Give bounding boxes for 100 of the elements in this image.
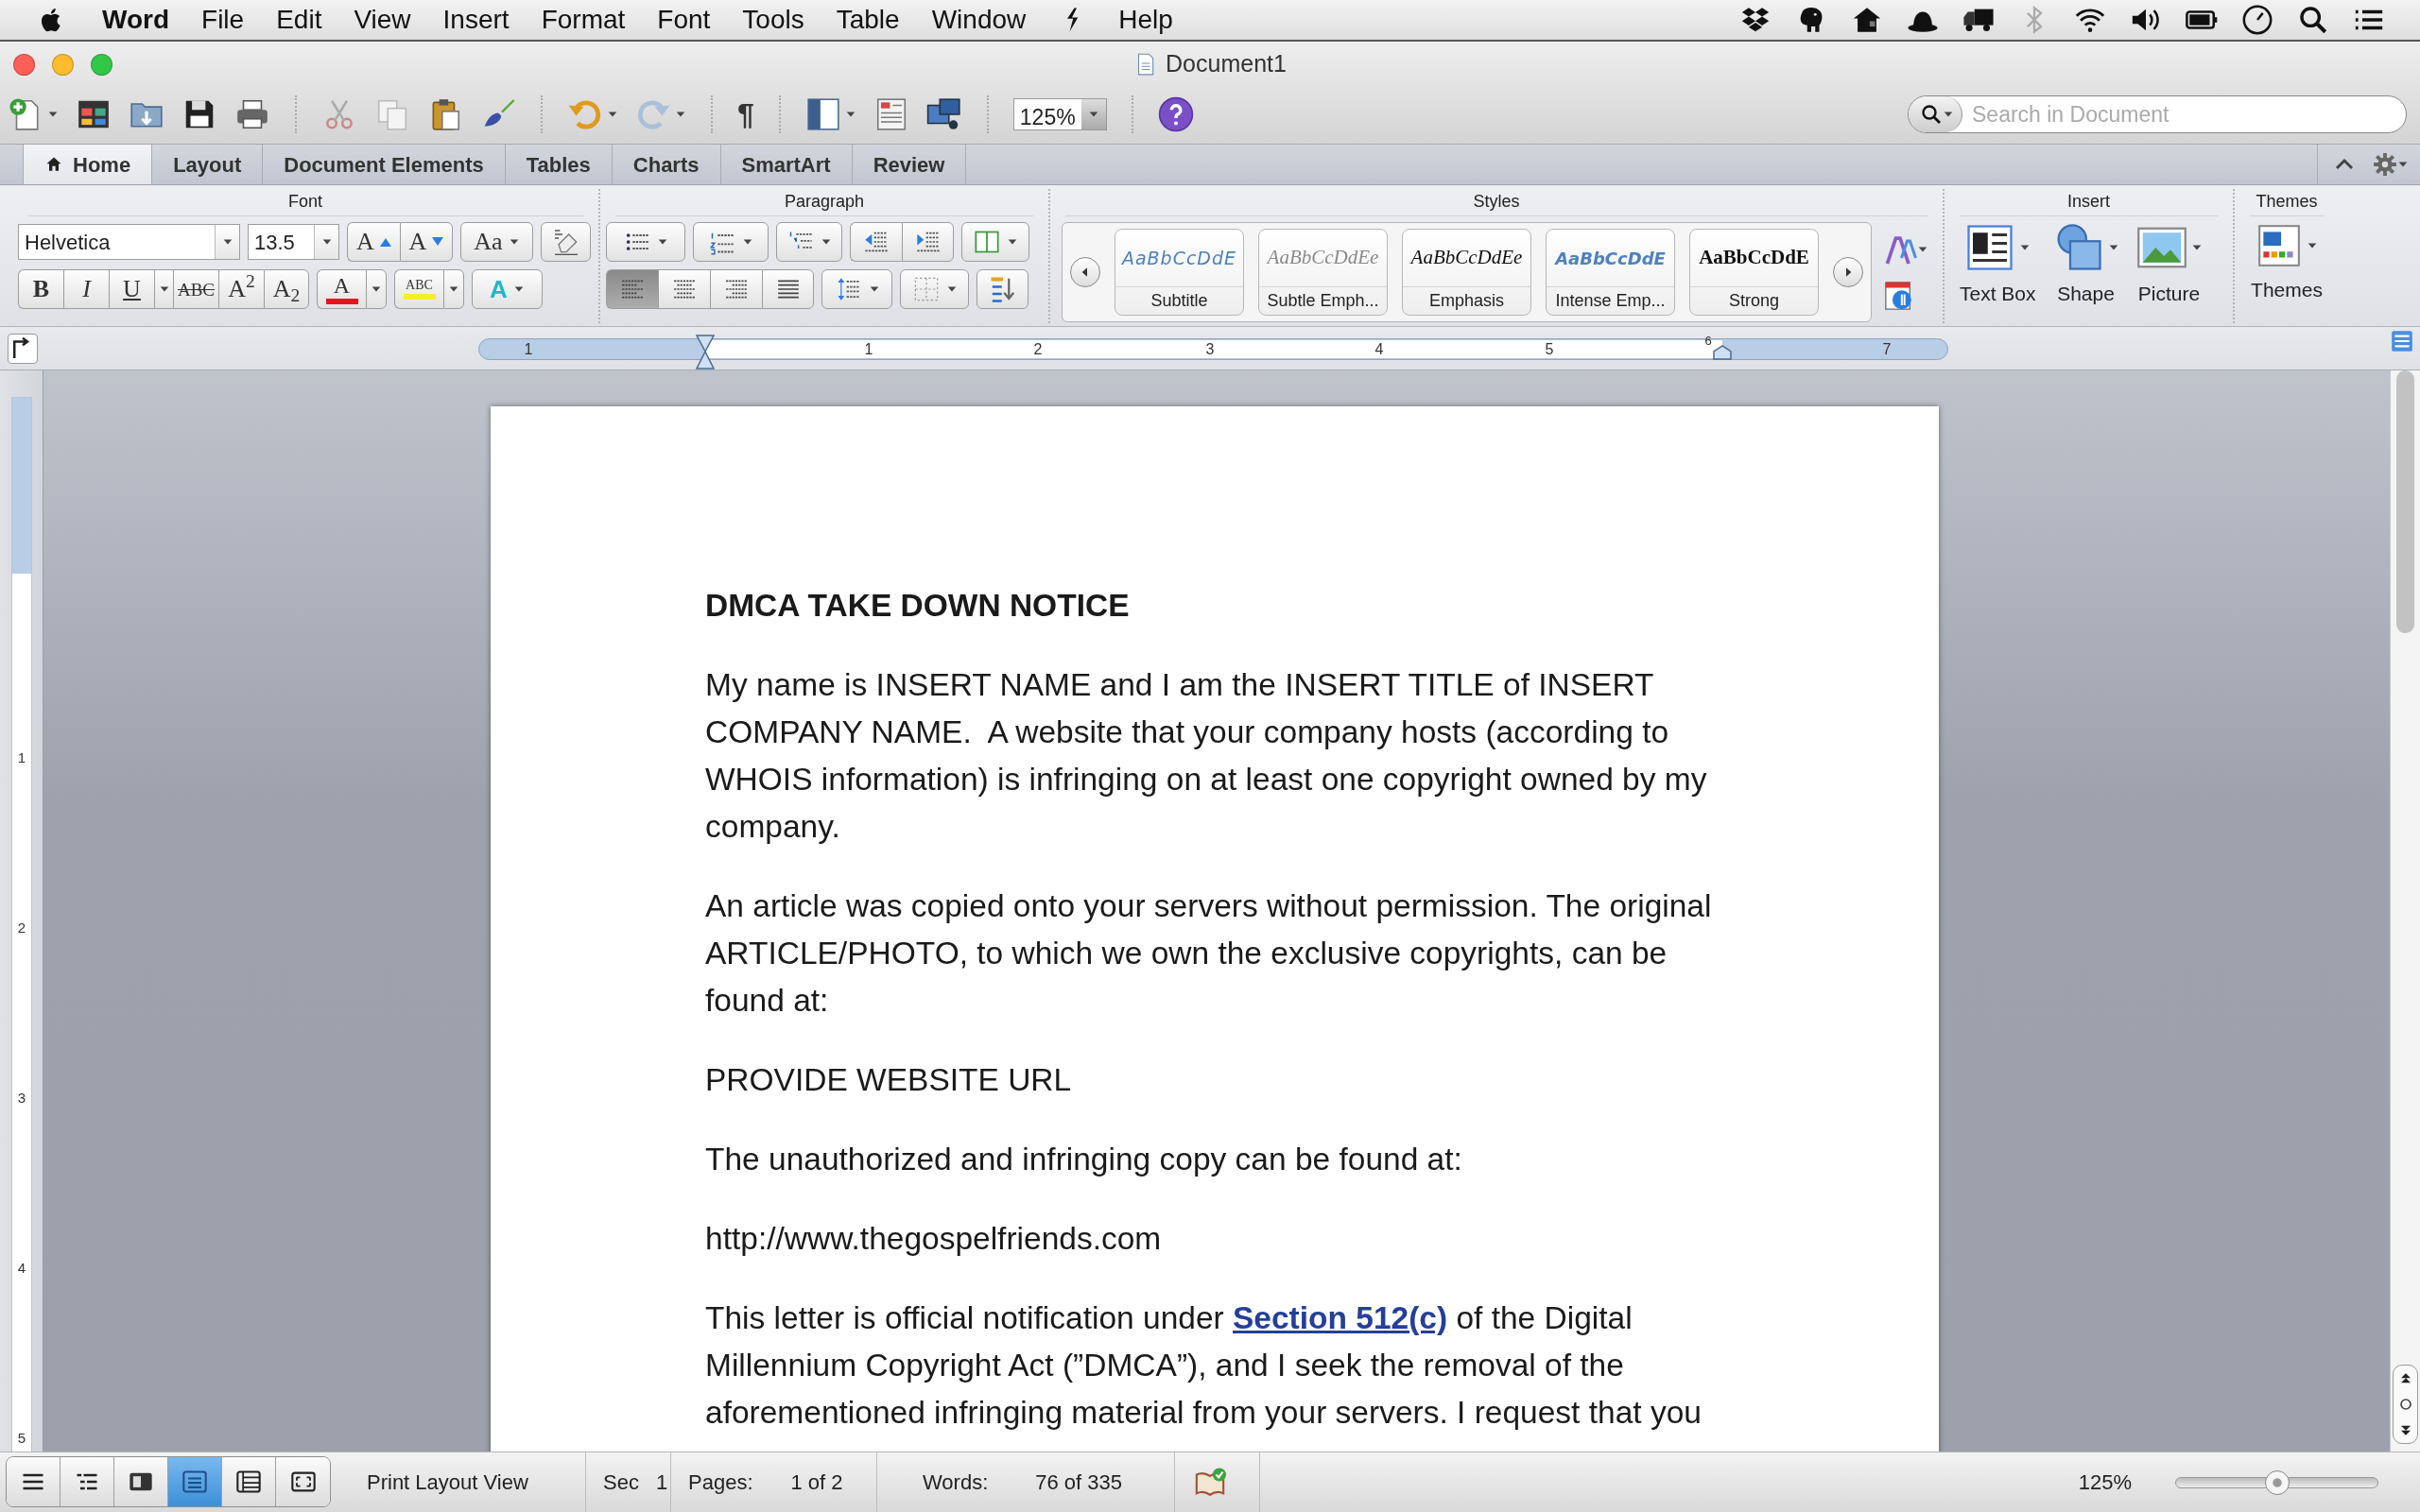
window-title: Document1 (1166, 49, 1287, 79)
insert-text-box-button[interactable]: Text Box (1954, 222, 2042, 309)
style-option[interactable]: AaBbCcDdEe Emphasis (1402, 229, 1531, 316)
style-option[interactable]: AaBbCcDdE Subtitle (1115, 229, 1244, 316)
ruler-view-icon[interactable] (2390, 329, 2414, 353)
menu-item[interactable]: Insert (442, 0, 510, 40)
indent-marker-icon[interactable] (696, 334, 715, 371)
view-button[interactable] (222, 1457, 276, 1506)
print-view-icon (182, 1469, 208, 1495)
paragraph: An article was copied onto your servers without permission. The original ARTICLE/PHOTO, to which we own the exclusive copyrights, can be found at: (705, 887, 1713, 1020)
group-title: Styles (1472, 191, 1521, 213)
decrease-indent-button[interactable] (850, 222, 902, 262)
ribbon-tab[interactable]: Layout (152, 145, 264, 184)
ribbon-tab[interactable]: Tables (505, 145, 613, 184)
style-option[interactable]: AaBbCcDdE Intense Emp... (1546, 229, 1675, 316)
menu-item[interactable]: Window (931, 0, 1027, 40)
ruler-number: 5 (16, 1429, 27, 1448)
format-button[interactable]: A$_{2}$ (264, 269, 309, 309)
search-box[interactable]: Search in Document (1908, 95, 2407, 133)
columns-button[interactable] (961, 222, 1029, 262)
group-title: Themes (2255, 191, 2319, 213)
formatting-marks-toggle[interactable]: ¶ (737, 92, 754, 137)
section-link[interactable]: Section 512(c) (1233, 1300, 1448, 1335)
settings-icon[interactable] (2373, 152, 2397, 177)
format-button[interactable]: B (18, 269, 63, 309)
ribbon-tab[interactable]: Home (23, 145, 153, 184)
format-button[interactable]: I (63, 269, 109, 309)
insert-shape-button[interactable]: Shape (2047, 222, 2125, 309)
menu-item[interactable]: View (354, 0, 411, 40)
ribbon-tab[interactable]: Review (852, 145, 967, 184)
view-button[interactable] (114, 1457, 168, 1506)
underline-options-button[interactable] (154, 269, 173, 309)
view-button[interactable] (7, 1457, 60, 1506)
menu-item[interactable]: Format (541, 0, 626, 40)
font-color-options-button[interactable] (366, 269, 387, 309)
numbering-button[interactable] (693, 222, 769, 262)
font-name-field[interactable]: Helvetica (18, 224, 240, 260)
grow-font-button[interactable]: A (347, 222, 400, 262)
menu-item[interactable]: Font (657, 0, 711, 40)
close-button[interactable] (13, 53, 35, 76)
ruler-number: 7 (1882, 340, 1892, 359)
search-field[interactable]: Search in Document (1962, 97, 2406, 131)
borders-button[interactable] (900, 269, 969, 309)
multilevel-list-button[interactable] (776, 222, 842, 262)
zoom-button[interactable] (91, 53, 112, 76)
paragraph: My name is INSERT NAME and I am the INSERT TITLE of INSERT COMPANY NAME. A website that your company hosts (according to WHOIS information) is infringing on at least one copyright owned by my company. (705, 666, 1708, 846)
style-option[interactable]: AaBbCcDdE Strong (1689, 229, 1819, 316)
ruler-number: 5 (1545, 340, 1554, 359)
bullets-button[interactable] (606, 222, 685, 262)
menu-item[interactable]: Table (836, 0, 900, 40)
menu-item[interactable]: Help (1118, 0, 1173, 40)
zoom-field[interactable]: 125% (1012, 98, 1107, 130)
style-option[interactable]: AaBbCcDdEe Subtle Emph... (1258, 229, 1388, 316)
clock-icon[interactable] (2240, 4, 2274, 36)
format-button[interactable]: U (109, 269, 154, 309)
previous-styles-button[interactable] (1070, 257, 1100, 287)
align-button[interactable] (658, 269, 710, 309)
media-browser-icon[interactable] (925, 96, 962, 132)
notebook-view-icon (235, 1469, 262, 1495)
zoom-slider[interactable] (2175, 1469, 2378, 1496)
highlight-options-button[interactable] (443, 269, 464, 309)
font-size-field[interactable]: 13.5 (248, 224, 339, 260)
align-button[interactable] (710, 269, 762, 309)
section-number: 1 (655, 1469, 668, 1496)
view-button[interactable] (276, 1457, 330, 1506)
view-button[interactable] (60, 1457, 114, 1506)
sort-button[interactable] (977, 269, 1028, 309)
app-menu[interactable]: Word (102, 0, 170, 40)
help-icon[interactable] (1157, 96, 1194, 132)
format-button[interactable]: A$^{2}$ (218, 269, 264, 309)
slider-thumb[interactable] (2264, 1469, 2290, 1495)
align-button[interactable] (762, 269, 814, 309)
menu-item[interactable]: Edit (276, 0, 322, 40)
down-triangle-icon (432, 237, 444, 247)
font-color-button[interactable]: A (317, 269, 366, 309)
shrink-font-button[interactable]: A (400, 222, 453, 262)
section-label: Sec (603, 1469, 639, 1496)
ribbon-tab[interactable]: Document Elements (263, 145, 506, 184)
increase-indent-button[interactable] (902, 222, 954, 262)
insert-picture-button[interactable]: Picture (2130, 222, 2208, 309)
ribbon-tab[interactable]: SmartArt (720, 145, 853, 184)
highlight-button[interactable]: ABC (394, 269, 443, 309)
ribbon-tab[interactable]: Charts (612, 145, 721, 184)
themes-button[interactable]: Themes (2240, 222, 2333, 305)
ruler-number: 6 (1704, 333, 1712, 350)
line-spacing-button[interactable] (821, 269, 892, 309)
menu-item[interactable]: File (201, 0, 245, 40)
format-button[interactable]: ABC (173, 269, 218, 309)
word-count: 76 of 335 (1035, 1469, 1123, 1496)
tab-selector-icon[interactable] (8, 334, 38, 364)
scroll-thumb[interactable] (2396, 370, 2414, 633)
next-styles-button[interactable] (1833, 257, 1863, 287)
sidebar-view-icon[interactable] (804, 96, 841, 132)
themes-icon (2256, 222, 2303, 269)
paragraph: http://www.thegospelfriends.com (705, 1220, 1163, 1258)
change-case-button[interactable]: Aa (460, 222, 533, 262)
clear-formatting-button[interactable] (541, 222, 591, 262)
search-icon[interactable] (1920, 103, 1943, 126)
zoom-level: 125% (2078, 1469, 2132, 1496)
menu-item[interactable]: Tools (742, 0, 804, 40)
